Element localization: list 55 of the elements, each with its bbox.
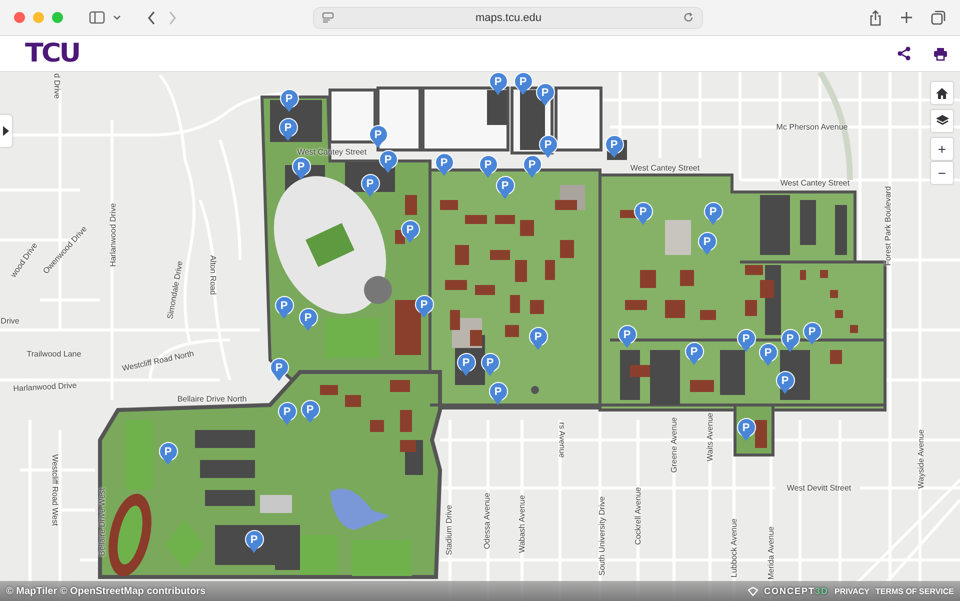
street-label: Wabash Avenue [518, 495, 526, 553]
street-label: d Drive [52, 73, 62, 99]
street-label: South University Drive [598, 496, 606, 576]
footer-link[interactable]: PRIVACY [834, 586, 870, 596]
street-label: Wayside Avenue [916, 429, 926, 489]
map-attribution: © MapTiler © OpenStreetMap contributors [6, 586, 206, 596]
street-label: Harlanwood Drive [108, 203, 118, 267]
street-label: Merida Avenue [766, 526, 776, 580]
back-icon[interactable] [147, 10, 156, 24]
street-label: Trailwood Lane [26, 350, 82, 358]
page-settings-icon[interactable] [322, 12, 334, 23]
street-label: Drive [0, 316, 20, 326]
street-label: Bellaire Drive North [177, 394, 247, 404]
footer-link[interactable]: TERMS OF SERVICE [875, 586, 954, 596]
street-label: West Devitt Street [786, 484, 852, 492]
share-icon[interactable] [897, 46, 911, 61]
street-label: Harlanwood Drive [13, 380, 77, 394]
concept3d-logo[interactable]: CONCEPT3D [764, 586, 828, 596]
reload-icon[interactable] [682, 12, 694, 23]
tcu-logo[interactable]: TCU [25, 38, 80, 68]
zoom-out-button[interactable]: − [931, 162, 953, 184]
street-label: rs Avenue [558, 422, 566, 458]
street-label: Stadium Drive [444, 504, 454, 556]
street-label: Bellaire Drive West [98, 488, 106, 556]
home-button[interactable] [931, 82, 953, 104]
street-label: Cockrell Avenue [634, 487, 642, 545]
layers-button[interactable] [931, 110, 953, 132]
print-icon[interactable] [933, 46, 948, 60]
url-text: maps.tcu.edu [475, 12, 542, 24]
street-label: Alton Road [208, 255, 218, 295]
street-label: Greene Avenue [670, 417, 678, 473]
share-icon[interactable] [869, 10, 882, 26]
close-window-button[interactable] [14, 12, 25, 23]
street-label: Westcliff Road West [50, 454, 60, 526]
home-icon [936, 88, 948, 98]
zoom-in-button[interactable]: + [931, 138, 953, 160]
street-label: West Cantey Street [297, 148, 367, 156]
concept3d-logo-icon [748, 586, 758, 596]
street-label: Mc Pherson Avenue [776, 122, 848, 132]
street-label: Westcliff Road North [121, 349, 195, 373]
tabs-overview-icon[interactable] [931, 10, 946, 25]
address-bar[interactable]: maps.tcu.edu [313, 6, 703, 28]
street-label: Forest Park Boulevard [884, 186, 892, 266]
street-label: Simondale Drive [165, 260, 185, 320]
street-label: West Cantey Street [780, 178, 850, 188]
caret-icon [3, 126, 9, 136]
street-label: West Cantey Street [630, 164, 700, 172]
chevron-down-icon[interactable] [113, 14, 121, 20]
sidebar-icon[interactable] [89, 11, 105, 24]
street-label: Lubbock Avenue [730, 518, 738, 578]
panel-toggle-button[interactable] [0, 115, 12, 147]
street-label: Waits Avenue [706, 412, 714, 462]
layers-icon [936, 115, 948, 127]
new-tab-icon[interactable] [900, 11, 913, 24]
street-label: Odessa Avenue [482, 492, 492, 550]
